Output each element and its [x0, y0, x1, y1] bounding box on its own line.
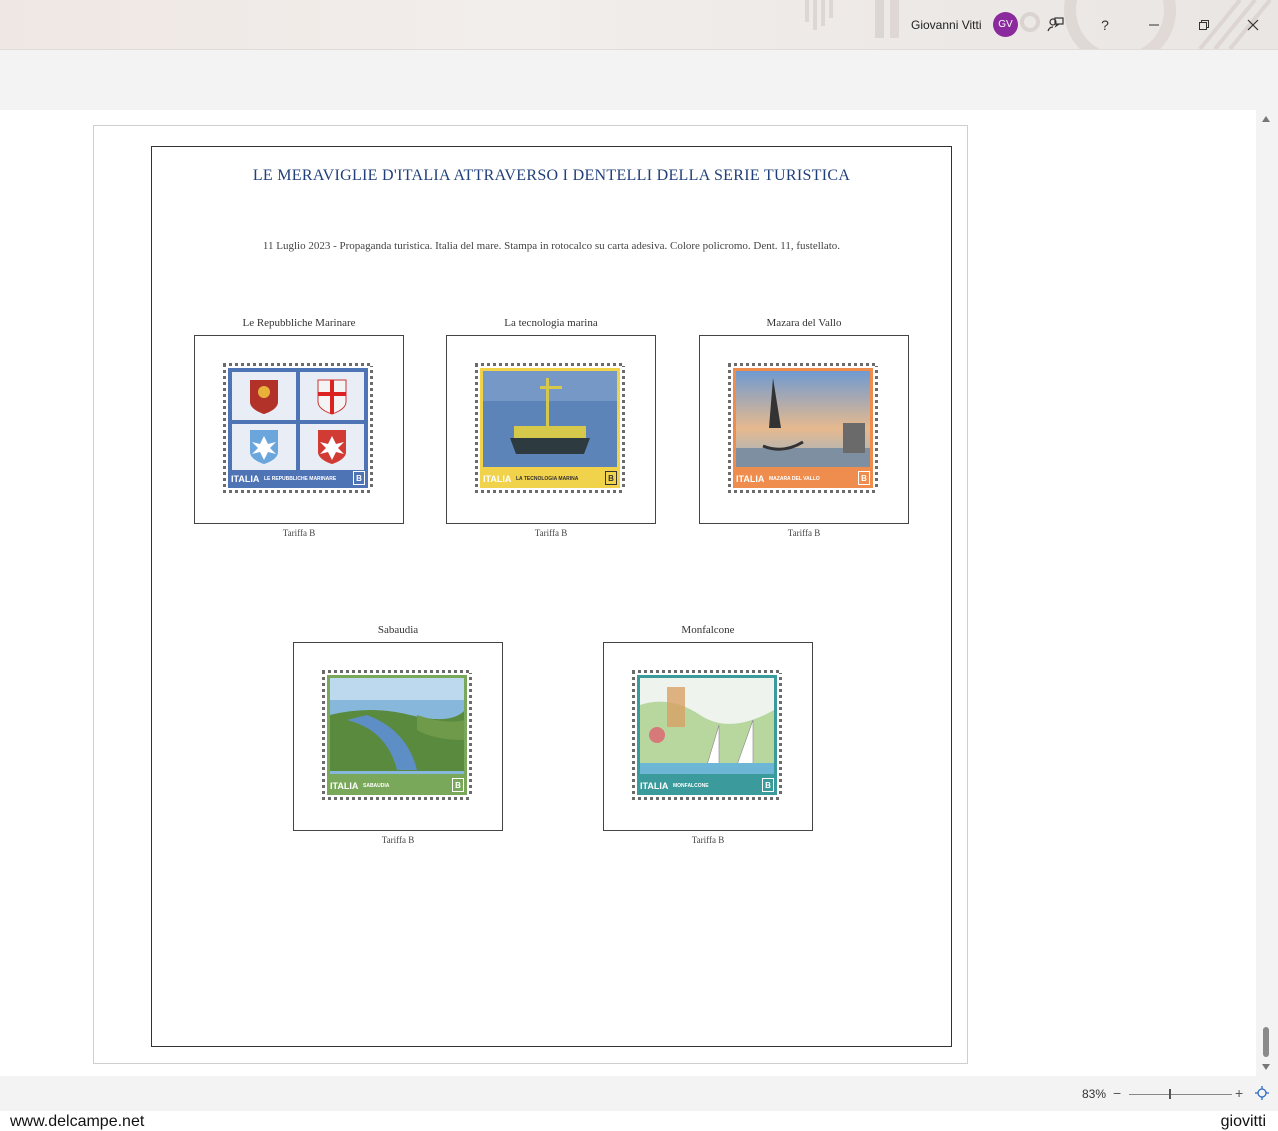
scroll-down-icon[interactable]	[1262, 1064, 1270, 1070]
stamp-name: La tecnologia marina	[504, 317, 598, 329]
watermark-footer: www.delcampe.net giovitti	[0, 1111, 1278, 1131]
stamp-country: ITALIA	[736, 474, 765, 484]
stamp-box: ITALIA LE REPUBBLICHE MARINARE B	[194, 335, 404, 524]
stamp-tariff: Tariffa B	[691, 835, 725, 845]
stamp-image: ITALIA LA TECNOLOGIA MARINA B	[475, 363, 625, 493]
document-canvas[interactable]: LE MERAVIGLIE D'ITALIA ATTRAVERSO I DENT…	[0, 110, 1256, 1076]
stamp-caption: LA TECNOLOGIA MARINA	[516, 476, 579, 482]
stamp-image: ITALIA MAZARA DEL VALLO B	[728, 363, 878, 493]
user-name[interactable]: Giovanni Vitti	[911, 18, 981, 32]
close-icon[interactable]	[1238, 10, 1268, 40]
stamp-denomination: B	[353, 471, 365, 485]
title-bar: Giovanni Vitti GV ?	[0, 0, 1278, 50]
ribbon-area	[0, 50, 1278, 110]
status-bar: 83% − +	[0, 1076, 1278, 1111]
minimize-icon[interactable]	[1139, 10, 1169, 40]
stamp-image: ITALIA MONFALCONE B	[632, 670, 782, 800]
watermark-user: giovitti	[1220, 1113, 1266, 1130]
stamp-box: ITALIA MAZARA DEL VALLO B	[699, 335, 909, 524]
stamp-country: ITALIA	[330, 781, 359, 791]
zoom-slider-handle[interactable]	[1169, 1089, 1171, 1099]
stamp-tariff: Tariffa B	[282, 528, 316, 538]
vertical-scrollbar[interactable]	[1256, 110, 1278, 1076]
stamp-country: ITALIA	[231, 474, 260, 484]
stamp-caption: MONFALCONE	[673, 783, 709, 789]
scroll-thumb[interactable]	[1263, 1027, 1269, 1057]
stamp-name: Monfalcone	[681, 624, 735, 636]
stamp-image: ITALIA LE REPUBBLICHE MARINARE B	[223, 363, 373, 493]
document-page: LE MERAVIGLIE D'ITALIA ATTRAVERSO I DENT…	[93, 125, 968, 1064]
stamp-tariff: Tariffa B	[534, 528, 568, 538]
page-subtitle: 11 Luglio 2023 - Propaganda turistica. I…	[262, 240, 841, 252]
feedback-icon[interactable]	[1040, 10, 1070, 40]
stamp-image: ITALIA SABAUDIA B	[322, 670, 472, 800]
stamp-denomination: B	[762, 778, 774, 792]
watermark-site: www.delcampe.net	[10, 1113, 145, 1130]
stamp-country: ITALIA	[483, 474, 512, 484]
zoom-slider[interactable]	[1129, 1094, 1232, 1095]
fit-page-icon[interactable]	[1255, 1086, 1269, 1100]
stamp-name: Sabaudia	[377, 624, 419, 636]
stamp-box: ITALIA LA TECNOLOGIA MARINA B	[446, 335, 656, 524]
stamp-tariff: Tariffa B	[787, 528, 821, 538]
restore-icon[interactable]	[1189, 10, 1219, 40]
stamp-box: ITALIA SABAUDIA B	[293, 642, 503, 831]
stamp-name: Le Repubbliche Marinare	[242, 317, 356, 329]
stamp-caption: LE REPUBBLICHE MARINARE	[264, 476, 337, 482]
zoom-in-button[interactable]: +	[1235, 1085, 1243, 1101]
help-icon[interactable]: ?	[1090, 10, 1120, 40]
zoom-out-button[interactable]: −	[1113, 1085, 1121, 1101]
stamp-name: Mazara del Vallo	[766, 317, 842, 329]
stamp-caption: MAZARA DEL VALLO	[769, 476, 820, 482]
stamp-denomination: B	[858, 471, 870, 485]
stamp-caption: SABAUDIA	[363, 783, 390, 789]
stamp-box: ITALIA MONFALCONE B	[603, 642, 813, 831]
zoom-level[interactable]: 83%	[1082, 1087, 1106, 1101]
stamp-tariff: Tariffa B	[381, 835, 415, 845]
stamp-denomination: B	[452, 778, 464, 792]
stamp-denomination: B	[605, 471, 617, 485]
scroll-up-icon[interactable]	[1262, 116, 1270, 122]
avatar[interactable]: GV	[993, 12, 1018, 37]
stamp-country: ITALIA	[640, 781, 669, 791]
page-title: LE MERAVIGLIE D'ITALIA ATTRAVERSO I DENT…	[252, 167, 851, 184]
page-frame: LE MERAVIGLIE D'ITALIA ATTRAVERSO I DENT…	[151, 146, 952, 1047]
